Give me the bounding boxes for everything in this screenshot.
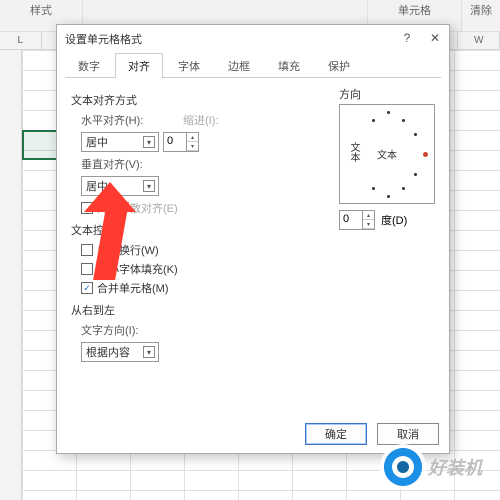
v-align-label: 垂直对齐(V): — [81, 156, 159, 172]
merge-cells-checkbox[interactable]: ✓ 合并单元格(M) — [81, 280, 435, 296]
tab-border[interactable]: 边框 — [215, 53, 263, 78]
tab-alignment[interactable]: 对齐 — [115, 53, 163, 78]
tab-protection[interactable]: 保护 — [315, 53, 363, 78]
degree-label: 度(D) — [381, 212, 407, 228]
section-orientation: 方向 — [339, 86, 435, 102]
section-rtl: 从右到左 — [71, 302, 435, 318]
checkbox-icon — [81, 244, 93, 256]
checkbox-icon — [81, 202, 93, 214]
watermark-text: 好装机 — [428, 454, 482, 480]
h-align-label: 水平对齐(H): — [81, 112, 159, 128]
tab-font[interactable]: 字体 — [165, 53, 213, 78]
caret-down-icon[interactable]: ▾ — [363, 220, 374, 229]
tab-number[interactable]: 数字 — [65, 53, 113, 78]
format-cells-dialog: 设置单元格格式 ? ✕ 数字 对齐 字体 边框 填充 保护 文本对齐方式 水平对… — [56, 24, 450, 454]
caret-down-icon[interactable]: ▾ — [187, 142, 198, 151]
chevron-down-icon: ▾ — [143, 136, 155, 148]
orientation-center-text: 文本 — [377, 147, 397, 162]
col-W[interactable]: W — [458, 32, 500, 49]
checkbox-icon — [81, 263, 93, 275]
caret-up-icon[interactable]: ▴ — [363, 211, 374, 220]
orientation-dial[interactable]: 文本 文本 — [339, 104, 435, 204]
orientation-vertical-text: 文本 — [346, 142, 361, 162]
checkbox-icon: ✓ — [81, 282, 93, 294]
row-headers — [0, 50, 22, 500]
cancel-button[interactable]: 取消 — [377, 423, 439, 445]
indent-label: 缩进(I): — [183, 112, 218, 128]
v-align-select[interactable]: 居中▾ — [81, 176, 159, 196]
wrap-text-checkbox[interactable]: 自动换行(W) — [81, 242, 435, 258]
orientation-handle-icon[interactable] — [422, 151, 429, 158]
close-icon[interactable]: ✕ — [421, 25, 449, 53]
text-direction-label: 文字方向(I): — [81, 322, 159, 338]
caret-up-icon[interactable]: ▴ — [187, 133, 198, 142]
dialog-title: 设置单元格格式 — [65, 34, 142, 46]
ok-button[interactable]: 确定 — [305, 423, 367, 445]
watermark-logo-icon — [384, 448, 422, 486]
text-direction-select[interactable]: 根据内容▾ — [81, 342, 159, 362]
degree-spinner[interactable]: 0 ▴▾ — [339, 210, 375, 230]
chevron-down-icon: ▾ — [143, 346, 155, 358]
dialog-titlebar[interactable]: 设置单元格格式 ? ✕ — [57, 25, 449, 53]
shrink-to-fit-checkbox[interactable]: 缩小字体填充(K) — [81, 261, 435, 277]
ribbon-clear[interactable]: 清除 — [462, 0, 500, 31]
indent-spinner[interactable]: 0 ▴▾ — [163, 132, 199, 152]
chevron-down-icon: ▾ — [143, 180, 155, 192]
dialog-tabs: 数字 对齐 字体 边框 填充 保护 — [65, 53, 441, 78]
col-L[interactable]: L — [0, 32, 42, 49]
help-icon[interactable]: ? — [393, 25, 421, 53]
tab-fill[interactable]: 填充 — [265, 53, 313, 78]
h-align-select[interactable]: 居中▾ — [81, 132, 159, 152]
watermark: 好装机 — [384, 448, 482, 486]
